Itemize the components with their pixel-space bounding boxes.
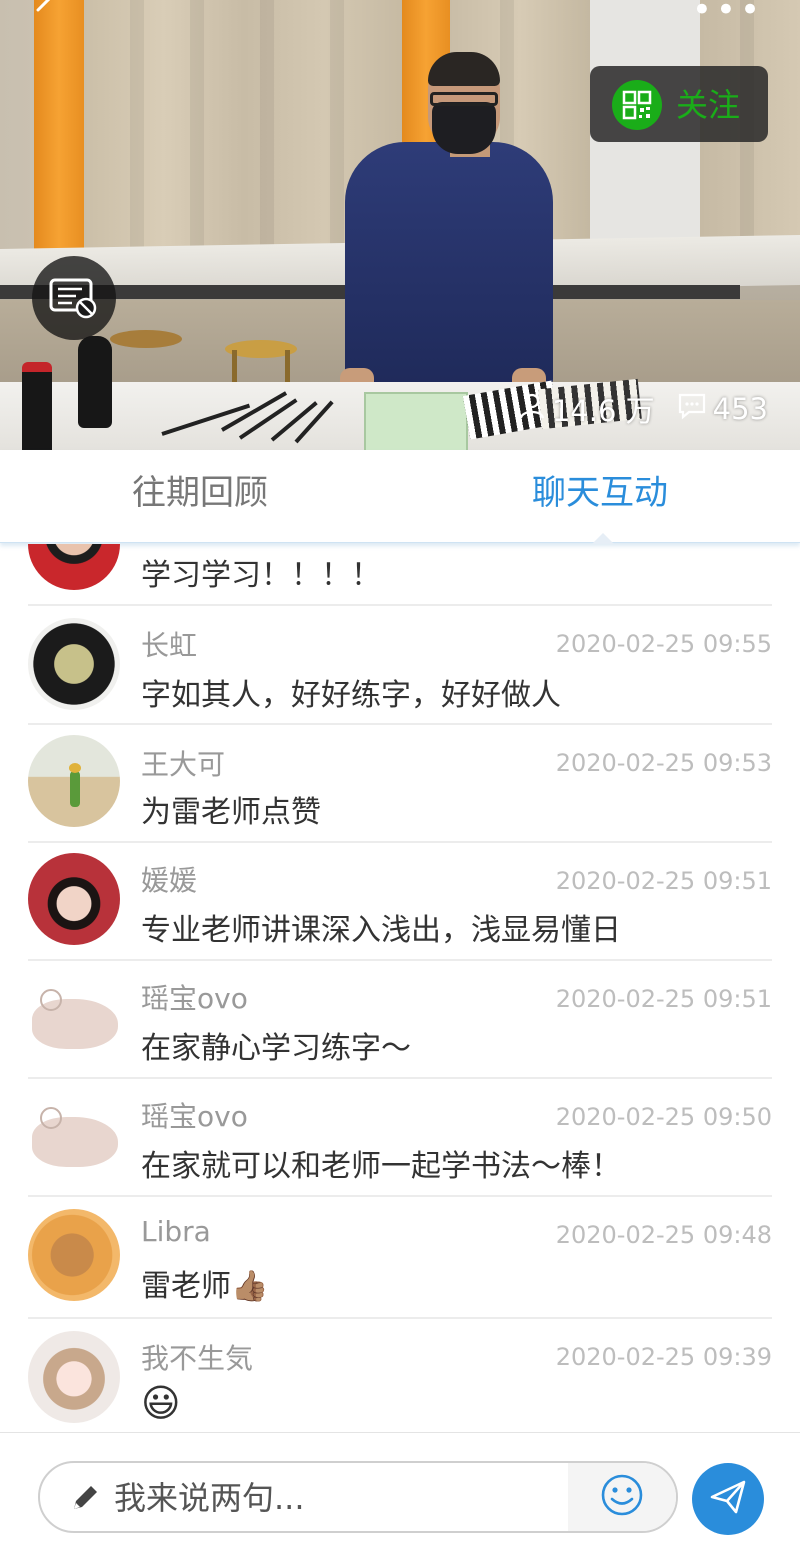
chat-message-text: 为雷老师点赞 (141, 795, 321, 830)
more-icon[interactable]: ••• (692, 0, 764, 30)
bear-sketch-avatar (28, 1089, 120, 1181)
chat-time: 2020-02-25 09:53 (555, 749, 772, 777)
send-icon (708, 1477, 748, 1521)
man-red-avatar (28, 544, 120, 590)
chat-username: Libra (141, 1215, 211, 1248)
danmu-off-icon[interactable] (32, 256, 116, 340)
follow-button[interactable]: 关注 (590, 66, 768, 142)
comment-input-box[interactable] (38, 1461, 678, 1533)
comment-count: 453 (712, 392, 768, 426)
chat-message: 媛媛 2020-02-25 09:51 专业老师讲课深入浅出，浅显易懂日 (28, 843, 772, 961)
face-mask (432, 102, 496, 154)
comment-input[interactable] (112, 1463, 566, 1531)
chat-message: 长虹 2020-02-25 09:55 字如其人，好好练字，好好做人 (28, 606, 772, 725)
chat-message: 学习学习！！！！ (28, 544, 772, 606)
ink-bottle (22, 362, 52, 450)
emoji-icon (600, 1473, 644, 1521)
anime-girl-avatar (28, 1331, 120, 1423)
chat-message: 瑶宝ovo 2020-02-25 09:50 在家就可以和老师一起学书法～棒！ (28, 1079, 772, 1197)
tab-replays[interactable]: 往期回顾 (0, 450, 400, 542)
curtain (34, 0, 84, 250)
chat-time: 2020-02-25 09:50 (555, 1103, 772, 1131)
bear-sketch-avatar (28, 971, 120, 1063)
chat-username: 长虹 (141, 629, 198, 662)
chat-message: 王大可 2020-02-25 09:53 为雷老师点赞 (28, 725, 772, 843)
live-video[interactable]: ••• 关注 14.6 万 453 (0, 0, 800, 450)
chat-username: 我不生気 (141, 1342, 254, 1375)
chat-message-text: 字如其人，好好练字，好好做人 (141, 678, 561, 713)
chat-username: 王大可 (141, 748, 226, 781)
glasses (430, 92, 498, 106)
viewer-count: 14.6 万 (551, 394, 655, 428)
active-tab-indicator (592, 533, 614, 544)
tab-chat[interactable]: 聊天互动 (400, 450, 800, 542)
follow-label: 关注 (676, 86, 741, 124)
chat-message-text: 在家就可以和老师一起学书法～棒！ (141, 1149, 621, 1184)
chat-message-text: 😃 (141, 1381, 181, 1425)
chat-username: 媛媛 (141, 864, 198, 897)
copybook (364, 392, 468, 450)
chat-message-text: 学习学习！！！！ (141, 558, 381, 593)
live-stats: 14.6 万 453 (504, 388, 768, 430)
chat-username: 瑶宝ovo (141, 982, 248, 1015)
dog-avatar (28, 1209, 120, 1301)
back-icon[interactable] (30, 0, 60, 22)
stool (110, 330, 182, 348)
woman-glasses-avatar (28, 618, 120, 710)
chat-username: 瑶宝ovo (141, 1100, 248, 1133)
ink-bottle (78, 336, 112, 428)
teacher-body (345, 142, 553, 387)
chat-time: 2020-02-25 09:48 (555, 1221, 772, 1249)
pencil-icon (68, 1481, 102, 1515)
chat-list[interactable]: 学习学习！！！！ 长虹 2020-02-25 09:55 字如其人，好好练字，好… (0, 544, 800, 1432)
comment-input-bar (0, 1432, 800, 1547)
chat-message: 瑶宝ovo 2020-02-25 09:51 在家静心学习练字～ (28, 961, 772, 1079)
chat-time: 2020-02-25 09:51 (555, 867, 772, 895)
chat-message: 我不生気 2020-02-25 09:39 😃 (28, 1319, 772, 1432)
chat-message: Libra 2020-02-25 09:48 雷老师👍🏽 (28, 1197, 772, 1319)
chat-message-text: 雷老师👍🏽 (141, 1269, 269, 1304)
tab-bar: 往期回顾 聊天互动 (0, 450, 800, 544)
chat-time: 2020-02-25 09:39 (555, 1343, 772, 1371)
chat-message-text: 专业老师讲课深入浅出，浅显易懂日 (141, 913, 621, 948)
chat-time: 2020-02-25 09:51 (555, 985, 772, 1013)
little-prince-avatar (28, 735, 120, 827)
send-button[interactable] (692, 1463, 764, 1535)
comment-icon (677, 392, 707, 427)
chat-time: 2020-02-25 09:55 (555, 630, 772, 658)
viewers-icon (518, 392, 546, 427)
opera-woman-avatar (28, 853, 120, 945)
emoji-button[interactable] (568, 1463, 676, 1531)
chat-message-text: 在家静心学习练字～ (141, 1031, 411, 1066)
qrcode-icon (612, 80, 662, 130)
